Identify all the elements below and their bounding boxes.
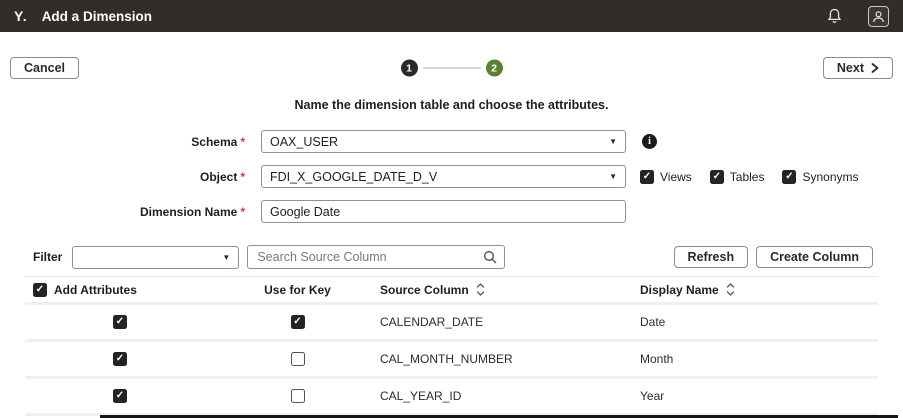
table-row: CAL_MONTH_NUMBERMonth <box>25 342 878 379</box>
chevron-down-icon: ▼ <box>609 137 617 146</box>
refresh-button[interactable]: Refresh <box>674 246 749 268</box>
cancel-button[interactable]: Cancel <box>10 57 79 79</box>
checkbox[interactable] <box>640 170 654 184</box>
app-logo: Y. <box>14 8 28 24</box>
source-column-value: CAL_MONTH_NUMBER <box>380 352 640 366</box>
add-attribute-checkbox[interactable] <box>113 389 127 403</box>
app-header: Y. Add a Dimension <box>0 0 903 32</box>
step-2-indicator[interactable]: 2 <box>486 60 503 77</box>
checkbox-label: Views <box>660 170 692 184</box>
step-connector <box>423 67 481 69</box>
attributes-table: Add Attributes Use for Key Source Column… <box>25 276 878 416</box>
next-button-label: Next <box>837 61 864 75</box>
wizard-subtitle: Name the dimension table and choose the … <box>0 98 903 112</box>
page-title: Add a Dimension <box>42 9 152 24</box>
required-asterisk: * <box>240 135 245 149</box>
notifications-bell-icon[interactable] <box>822 4 846 28</box>
column-header-use-for-key: Use for Key <box>215 283 380 297</box>
sort-icon[interactable] <box>476 283 485 296</box>
object-type-views[interactable]: Views <box>640 170 692 184</box>
object-select[interactable]: FDI_X_GOOGLE_DATE_D_V ▼ <box>261 165 626 188</box>
info-icon[interactable]: i <box>642 134 657 149</box>
dimension-name-row: Dimension Name* <box>0 200 903 223</box>
search-input[interactable] <box>247 245 505 269</box>
object-type-tables[interactable]: Tables <box>710 170 765 184</box>
use-for-key-checkbox[interactable] <box>291 352 305 366</box>
filter-label: Filter <box>33 250 62 264</box>
required-asterisk: * <box>240 205 245 219</box>
column-header-display-name[interactable]: Display Name <box>640 283 878 297</box>
filter-select[interactable]: ▼ <box>72 246 239 269</box>
checkbox[interactable] <box>710 170 724 184</box>
column-header-source-column[interactable]: Source Column <box>380 283 640 297</box>
add-attribute-checkbox[interactable] <box>113 315 127 329</box>
select-all-checkbox[interactable] <box>33 283 47 297</box>
display-name-value: Date <box>640 315 878 329</box>
schema-select[interactable]: OAX_USER ▼ <box>261 130 626 153</box>
object-type-synonyms[interactable]: Synonyms <box>782 170 858 184</box>
chevron-down-icon: ▼ <box>609 172 617 181</box>
table-row: CAL_YEAR_IDYear <box>25 379 878 416</box>
chevron-down-icon: ▼ <box>222 253 230 262</box>
chevron-right-icon <box>871 63 879 73</box>
display-name-value: Year <box>640 389 878 403</box>
step-1-indicator[interactable]: 1 <box>401 60 418 77</box>
source-column-value: CALENDAR_DATE <box>380 315 640 329</box>
checkbox-label: Synonyms <box>802 170 858 184</box>
column-header-add-attributes: Add Attributes <box>25 283 215 297</box>
object-select-value: FDI_X_GOOGLE_DATE_D_V <box>270 170 437 184</box>
source-column-value: CAL_YEAR_ID <box>380 389 640 403</box>
object-type-checks: Views Tables Synonyms <box>640 170 859 184</box>
add-dimension-page: Y. Add a Dimension Cancel 1 2 Next <box>0 0 903 418</box>
display-name-value: Month <box>640 352 878 366</box>
schema-select-value: OAX_USER <box>270 135 338 149</box>
create-column-button[interactable]: Create Column <box>756 246 873 268</box>
dimension-form: Schema* OAX_USER ▼ i Object* FDI_X_GOOGL… <box>0 130 903 223</box>
required-asterisk: * <box>240 170 245 184</box>
schema-row: Schema* OAX_USER ▼ i <box>0 130 903 153</box>
search-icon[interactable] <box>483 250 497 269</box>
use-for-key-checkbox[interactable] <box>291 315 305 329</box>
schema-label: Schema* <box>0 135 245 149</box>
sort-icon[interactable] <box>726 283 735 296</box>
checkbox[interactable] <box>782 170 796 184</box>
wizard-action-row: Cancel 1 2 Next <box>0 56 903 80</box>
table-row: CALENDAR_DATEDate <box>25 305 878 342</box>
table-header-row: Add Attributes Use for Key Source Column… <box>25 276 878 305</box>
next-button[interactable]: Next <box>823 57 893 79</box>
filter-bar: Filter ▼ Refresh Create Column <box>0 245 903 269</box>
step-train: 1 2 <box>401 60 503 77</box>
object-label: Object* <box>0 170 245 184</box>
use-for-key-checkbox[interactable] <box>291 389 305 403</box>
search-wrap <box>247 245 505 269</box>
add-attribute-checkbox[interactable] <box>113 352 127 366</box>
checkbox-label: Tables <box>730 170 765 184</box>
object-row: Object* FDI_X_GOOGLE_DATE_D_V ▼ Views Tab… <box>0 165 903 188</box>
table-body: CALENDAR_DATEDateCAL_MONTH_NUMBERMonthCA… <box>25 305 878 416</box>
dimension-name-input[interactable] <box>261 200 626 223</box>
user-avatar-icon[interactable] <box>868 6 889 27</box>
dimension-name-label: Dimension Name* <box>0 205 245 219</box>
